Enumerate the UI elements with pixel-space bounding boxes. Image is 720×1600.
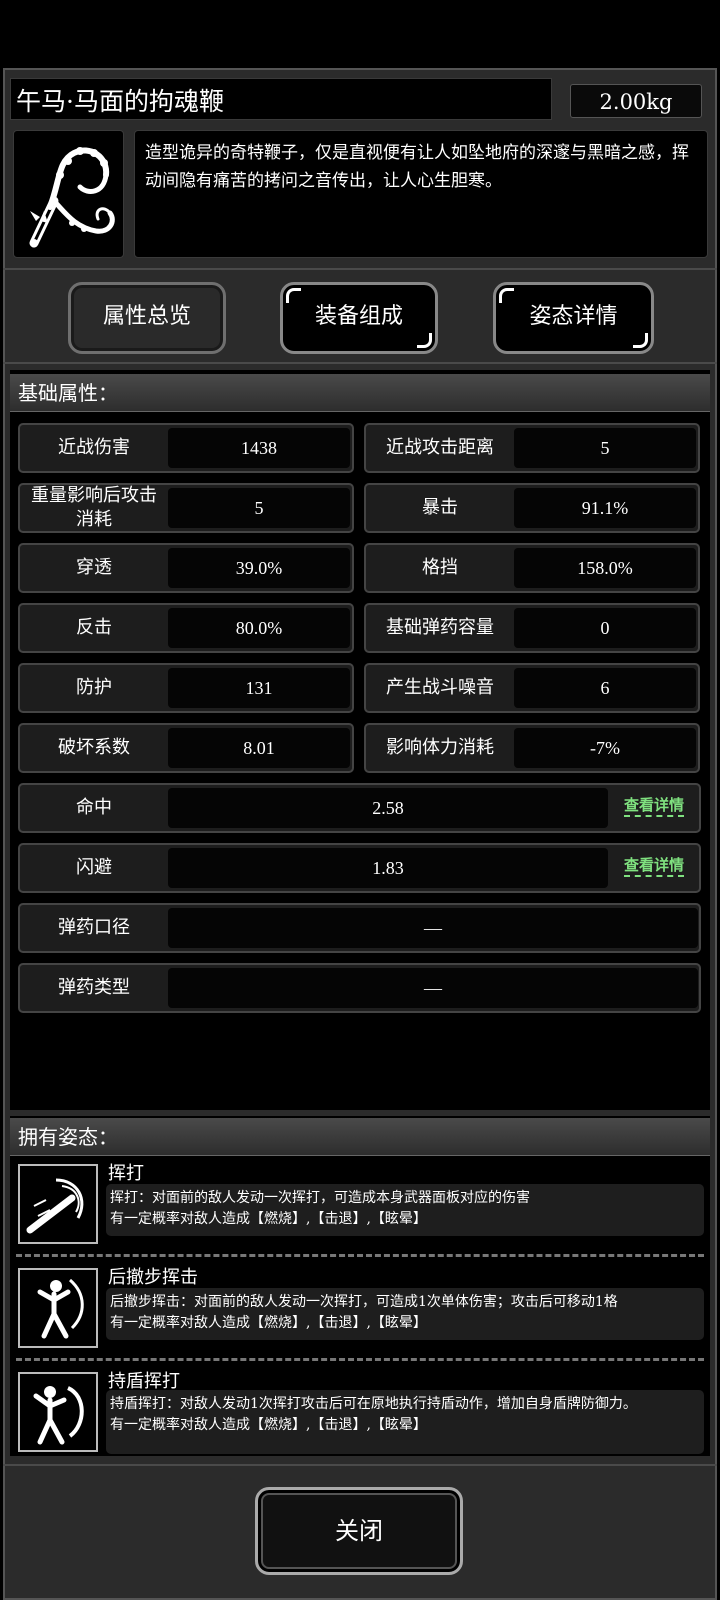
- stance-desc-line: 后撤步挥击：对面前的敌人发动一次挥打，可造成1次单体伤害；攻击后可移动1格: [110, 1294, 618, 1310]
- stat-critical: 暴击 91.1%: [364, 483, 700, 533]
- divider: [3, 362, 717, 364]
- whip-icon: [29, 147, 115, 248]
- stat-accuracy: 命中 2.58 查看详情: [18, 783, 701, 833]
- dashed-divider: [16, 1358, 704, 1361]
- divider: [3, 268, 717, 270]
- stat-counter: 反击 80.0%: [18, 603, 354, 653]
- stat-label: 重量影响后攻击消耗: [31, 485, 157, 530]
- stat-value: 91.1%: [514, 488, 696, 528]
- backstep-strike-icon: [18, 1268, 98, 1348]
- stat-label: 近战攻击距离: [386, 437, 494, 458]
- stat-value: 80.0%: [168, 608, 350, 648]
- tab-attribute-overview[interactable]: 属性总览: [68, 282, 226, 354]
- stat-penetration: 穿透 39.0%: [18, 543, 354, 593]
- stat-combat-noise: 产生战斗噪音 6: [364, 663, 700, 713]
- stat-value: 6: [514, 668, 696, 708]
- accuracy-detail-link[interactable]: 查看详情: [624, 795, 685, 817]
- stat-label: 产生战斗噪音: [386, 677, 494, 698]
- stat-label: 破坏系数: [58, 737, 130, 758]
- stat-label: 闪避: [76, 857, 112, 878]
- stat-ammo-type: 弹药类型 —: [18, 963, 701, 1013]
- stance-description: 挥打：对面前的敌人发动一次挥打，可造成本身武器面板对应的伤害 有一定概率对敌人造…: [106, 1184, 704, 1236]
- swing-strike-icon: [26, 1178, 84, 1234]
- stat-value: —: [168, 908, 698, 948]
- stat-weight-attack-cost: 重量影响后攻击消耗 5: [18, 483, 354, 533]
- stat-value: 5: [514, 428, 696, 468]
- stat-label: 格挡: [422, 557, 458, 578]
- stat-melee-range: 近战攻击距离 5: [364, 423, 700, 473]
- stat-value: —: [168, 968, 698, 1008]
- tab-equipment-composition[interactable]: 装备组成: [280, 282, 438, 354]
- backstep-strike-icon: [37, 1278, 84, 1339]
- stance-desc-line: 持盾挥打：对敌人发动1次挥打攻击后可在原地执行持盾动作，增加自身盾牌防御力。: [110, 1396, 637, 1412]
- stat-value: 1438: [168, 428, 350, 468]
- base-attributes-title: 基础属性：: [10, 374, 710, 412]
- stat-label: 防护: [76, 677, 112, 698]
- stat-label: 命中: [76, 797, 112, 818]
- stance-description: 后撤步挥击：对面前的敌人发动一次挥打，可造成1次单体伤害；攻击后可移动1格 有一…: [106, 1288, 704, 1340]
- stat-label: 穿透: [76, 557, 112, 578]
- stat-value: 1.83: [168, 848, 608, 888]
- item-icon-frame: [13, 130, 124, 258]
- stat-label: 近战伤害: [58, 437, 130, 458]
- tab-stance-details[interactable]: 姿态详情: [493, 282, 654, 354]
- stance-desc-line: 有一定概率对敌人造成【燃烧】,【击退】,【眩晕】: [110, 1315, 427, 1331]
- stat-label: 反击: [76, 617, 112, 638]
- item-description: 造型诡异的奇特鞭子，仅是直视便有让人如坠地府的深邃与黑暗之感，挥动间隐有痛苦的拷…: [134, 130, 708, 258]
- stat-value: 39.0%: [168, 548, 350, 588]
- stat-value: -7%: [514, 728, 696, 768]
- evasion-detail-link[interactable]: 查看详情: [624, 855, 685, 877]
- stance-desc-line: 有一定概率对敌人造成【燃烧】,【击退】,【眩晕】: [110, 1417, 427, 1433]
- stat-evasion: 闪避 1.83 查看详情: [18, 843, 701, 893]
- stances-title: 拥有姿态：: [10, 1118, 710, 1156]
- stat-protection: 防护 131: [18, 663, 354, 713]
- shield-strike-icon: [18, 1372, 98, 1452]
- stance-desc-line: 挥打：对面前的敌人发动一次挥打，可造成本身武器面板对应的伤害: [110, 1190, 530, 1206]
- stat-melee-damage: 近战伤害 1438: [18, 423, 354, 473]
- stat-destruction-factor: 破坏系数 8.01: [18, 723, 354, 773]
- stance-desc-line: 有一定概率对敌人造成【燃烧】,【击退】,【眩晕】: [110, 1211, 427, 1227]
- stance-name: 挥打: [108, 1163, 144, 1184]
- stat-value: 5: [168, 488, 350, 528]
- stat-label: 弹药口径: [58, 917, 130, 938]
- stat-value: 0: [514, 608, 696, 648]
- stat-ammo-caliber: 弹药口径 —: [18, 903, 701, 953]
- stat-label: 影响体力消耗: [386, 737, 494, 758]
- stat-value: 158.0%: [514, 548, 696, 588]
- dashed-divider: [16, 1254, 704, 1257]
- stat-stamina-cost: 影响体力消耗 -7%: [364, 723, 700, 773]
- swing-strike-icon: [18, 1164, 98, 1244]
- stat-value: 131: [168, 668, 350, 708]
- stat-block: 格挡 158.0%: [364, 543, 700, 593]
- stance-description: 持盾挥打：对敌人发动1次挥打攻击后可在原地执行持盾动作，增加自身盾牌防御力。 有…: [106, 1390, 704, 1454]
- item-name: 午马·马面的拘魂鞭: [16, 87, 224, 116]
- stance-name: 后撤步挥击: [108, 1267, 198, 1288]
- stat-value: 2.58: [168, 788, 608, 828]
- shield-strike-icon: [33, 1386, 84, 1445]
- stat-label: 弹药类型: [58, 977, 130, 998]
- item-weight: 2.00kg: [570, 84, 702, 118]
- stat-label: 暴击: [422, 497, 458, 518]
- stat-label: 基础弹药容量: [386, 617, 494, 638]
- close-button[interactable]: 关闭: [255, 1487, 463, 1575]
- stat-value: 8.01: [168, 728, 350, 768]
- stat-ammo-capacity: 基础弹药容量 0: [364, 603, 700, 653]
- divider: [3, 1464, 717, 1466]
